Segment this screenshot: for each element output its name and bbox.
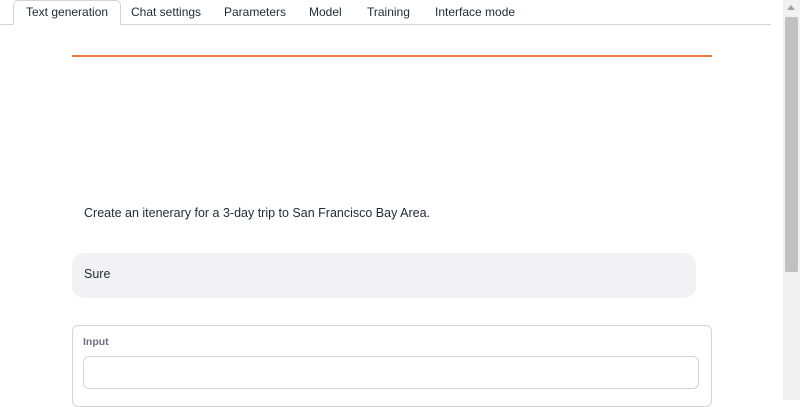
input-field[interactable] — [83, 356, 699, 389]
tab-parameters[interactable]: Parameters — [224, 0, 286, 24]
input-panel: Input — [72, 325, 712, 407]
tab-bar: Text generation Chat settings Parameters… — [0, 0, 771, 25]
bot-message-bubble: Sure — [72, 253, 696, 298]
scroll-up-arrow-icon[interactable] — [787, 5, 795, 10]
accent-divider — [72, 55, 712, 57]
tab-training[interactable]: Training — [367, 0, 410, 24]
tab-interface-mode[interactable]: Interface mode — [435, 0, 515, 24]
bot-message-text: Sure — [84, 267, 111, 281]
user-message: Create an itenerary for a 3-day trip to … — [84, 206, 431, 220]
scrollbar-thumb[interactable] — [785, 17, 798, 272]
tab-text-generation[interactable]: Text generation — [13, 0, 122, 25]
tab-model[interactable]: Model — [309, 0, 342, 24]
tab-chat-settings[interactable]: Chat settings — [131, 0, 201, 24]
input-label: Input — [83, 336, 109, 348]
scrollbar[interactable] — [783, 0, 800, 400]
